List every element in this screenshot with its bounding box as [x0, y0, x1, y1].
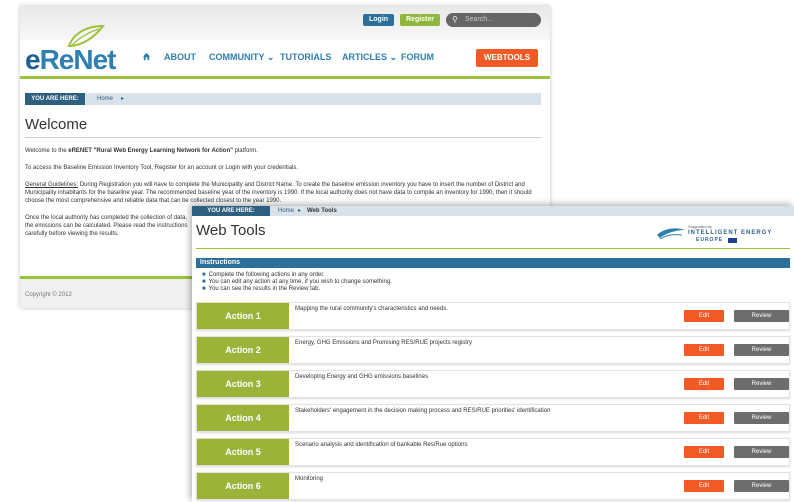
- edit-button[interactable]: Edit: [684, 310, 724, 322]
- action-description: Monitoring: [295, 476, 324, 482]
- access-paragraph: To access the Baseline Emission Inventor…: [25, 165, 299, 171]
- action-description: Mapping the rural community's characteri…: [295, 306, 448, 312]
- action-description: Developing Energy and GHG emissions base…: [295, 374, 429, 380]
- breadcrumb: YOU ARE HERE: Home ▸: [25, 93, 541, 105]
- breadcrumb-home-link[interactable]: Home: [97, 93, 113, 105]
- erenet-logo[interactable]: eReNet: [25, 24, 125, 75]
- login-button[interactable]: Login: [363, 14, 395, 26]
- webtools-button[interactable]: WEBTOOLS: [476, 49, 538, 67]
- breadcrumb-home-link[interactable]: Home: [278, 206, 294, 216]
- nav-community[interactable]: COMMUNITY ⌄: [209, 52, 274, 63]
- welcome-paragraph: Welcome to the eRENET "Rural Web Energy …: [25, 148, 258, 154]
- action-row: Action 5 Scenario analysis and identific…: [196, 438, 790, 466]
- action-description: Scenario analysis and identification of …: [295, 442, 468, 448]
- breadcrumb-label: YOU ARE HERE:: [192, 206, 270, 216]
- web-tools-panel: YOU ARE HERE: Home ▸ Web Tools Web Tools…: [192, 206, 794, 502]
- edit-button[interactable]: Edit: [684, 344, 724, 356]
- nav-tutorials[interactable]: TUTORIALS: [280, 52, 331, 62]
- breadcrumb-current: Web Tools: [307, 208, 337, 214]
- review-button[interactable]: Review: [734, 412, 789, 424]
- action-label: Action 4: [197, 405, 289, 431]
- page-title: Web Tools: [196, 222, 266, 239]
- instruction-item: ■ You can edit any action at any time, if…: [202, 279, 392, 285]
- action-label: Action 1: [197, 303, 289, 329]
- home-icon[interactable]: [142, 52, 151, 63]
- edit-button[interactable]: Edit: [684, 378, 724, 390]
- title-divider: [196, 248, 790, 249]
- action-row: Action 4 Stakeholders' engagement in the…: [196, 404, 790, 432]
- search-input[interactable]: ⚲ Search...: [446, 13, 541, 27]
- action-label: Action 6: [197, 473, 289, 499]
- breadcrumb: YOU ARE HERE: Home ▸ Web Tools: [192, 206, 794, 216]
- search-placeholder: Search...: [465, 16, 494, 23]
- breadcrumb-label: YOU ARE HERE:: [25, 93, 85, 105]
- review-button[interactable]: Review: [734, 378, 789, 390]
- review-button[interactable]: Review: [734, 310, 789, 322]
- title-divider: [25, 137, 541, 138]
- action-row: Action 3 Developing Energy and GHG emiss…: [196, 370, 790, 398]
- action-label: Action 3: [197, 371, 289, 397]
- instruction-item: ■ You can see the results in the Review t…: [202, 286, 321, 292]
- nav-about[interactable]: ABOUT: [164, 52, 196, 62]
- action-row: Action 2 Energy, GHG Emissions and Promi…: [196, 336, 790, 364]
- eu-flag-icon: [728, 238, 737, 243]
- action-description: Energy, GHG Emissions and Promising RES/…: [295, 340, 472, 346]
- header-divider: [20, 76, 550, 79]
- edit-button[interactable]: Edit: [684, 446, 724, 458]
- register-button[interactable]: Register: [400, 14, 441, 26]
- instructions-list: ■ Complete the following actions in any o…: [202, 272, 782, 293]
- nav-forum[interactable]: FORUM: [401, 52, 434, 62]
- intelligent-energy-europe-logo: Supported by INTELLIGENT ENERGY EUROPE: [656, 224, 790, 244]
- breadcrumb-arrow-icon: ▸: [121, 96, 125, 102]
- action-row: Action 1 Mapping the rural community's c…: [196, 302, 790, 330]
- page-title: Welcome: [25, 116, 88, 133]
- completion-paragraph: Once the local authority has completed t…: [25, 215, 188, 237]
- action-description: Stakeholders' engagement in the decision…: [295, 408, 551, 414]
- breadcrumb-arrow-icon: ▸: [298, 208, 302, 214]
- logo-wordmark: eReNet: [25, 44, 116, 75]
- swoosh-icon: [657, 228, 685, 240]
- action-row: Action 6 Monitoring Edit Review: [196, 472, 790, 500]
- review-button[interactable]: Review: [734, 344, 789, 356]
- search-icon: ⚲: [452, 15, 458, 24]
- copyright-text: Copyright © 2012: [25, 292, 72, 298]
- action-label: Action 5: [197, 439, 289, 465]
- instructions-header: Instructions: [196, 258, 790, 268]
- review-button[interactable]: Review: [734, 446, 789, 458]
- action-label: Action 2: [197, 337, 289, 363]
- edit-button[interactable]: Edit: [684, 480, 724, 492]
- review-button[interactable]: Review: [734, 480, 789, 492]
- instruction-item: ■ Complete the following actions in any o…: [202, 272, 325, 278]
- guidelines-paragraph: General Guidelines: During Registration …: [25, 182, 532, 204]
- edit-button[interactable]: Edit: [684, 412, 724, 424]
- nav-articles[interactable]: ARTICLES ⌄: [342, 52, 397, 63]
